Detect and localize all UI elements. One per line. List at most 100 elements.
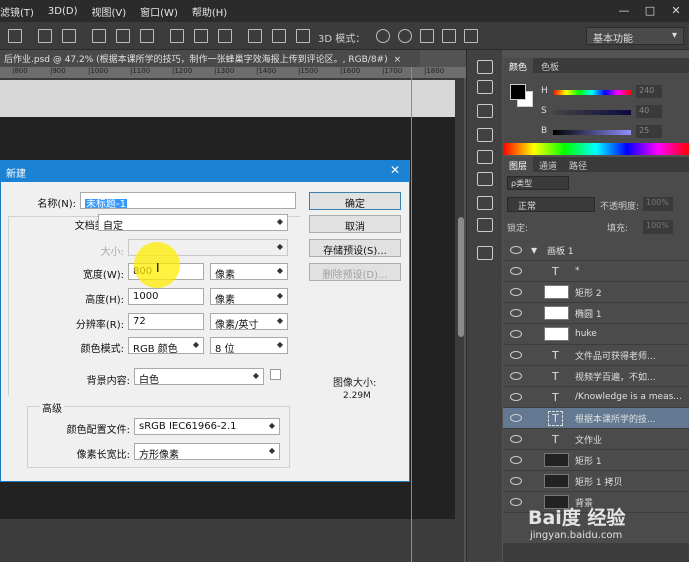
distribute-middle-icon[interactable] [194, 29, 208, 43]
color-mode-select[interactable]: RGB 颜色 ◆ [128, 337, 204, 355]
brightness-slider[interactable] [553, 130, 631, 135]
eye-icon[interactable] [510, 435, 522, 443]
eye-icon[interactable] [510, 393, 522, 401]
vertical-scrollbar[interactable] [458, 217, 464, 337]
align-right-icon[interactable] [62, 29, 76, 43]
bg-color-swatch[interactable] [270, 369, 281, 380]
align-middle-icon[interactable] [116, 29, 130, 43]
ok-button[interactable]: 确定 [309, 192, 401, 210]
layer-row[interactable]: T 视频学百遍，不如... [503, 366, 689, 387]
auto-align-icon[interactable] [296, 29, 310, 43]
menu-3d[interactable]: 3D(D) [48, 6, 78, 17]
layer-row[interactable]: T 文作业 [503, 429, 689, 450]
saturation-value[interactable]: 40 [636, 105, 662, 118]
3d-roll-icon[interactable] [398, 29, 412, 43]
hue-slider[interactable] [553, 90, 631, 95]
guide-line[interactable] [411, 67, 412, 562]
libraries-icon[interactable] [477, 246, 493, 260]
hue-value[interactable]: 240 [636, 85, 662, 98]
color-spectrum[interactable] [503, 143, 689, 155]
tab-swatches[interactable]: 色板 [535, 58, 565, 73]
eye-icon[interactable] [510, 309, 522, 317]
properties-icon[interactable] [477, 80, 493, 94]
eye-icon[interactable] [510, 372, 522, 380]
eye-icon[interactable] [510, 456, 522, 464]
menu-window[interactable]: 窗口(W) [140, 4, 178, 19]
name-input[interactable]: 未标题-1 [80, 192, 296, 209]
doc-type-select[interactable]: 自定 ◆ [98, 214, 288, 232]
layer-row-artboard[interactable]: ▼ 画板 1 [503, 240, 689, 261]
tab-paths[interactable]: 路径 [563, 157, 593, 172]
layer-row[interactable]: 椭圆 1 [503, 303, 689, 324]
layer-filter-select[interactable]: ρ类型 [507, 176, 569, 190]
swatches-icon[interactable] [477, 128, 493, 142]
distribute-top-icon[interactable] [170, 29, 184, 43]
layer-row[interactable]: T /Knowledge is a meas... [503, 387, 689, 408]
bit-depth-select[interactable]: 8 位 ◆ [210, 337, 288, 355]
eye-icon[interactable] [510, 330, 522, 338]
eye-icon[interactable] [510, 288, 522, 296]
brush-icon[interactable] [477, 104, 493, 118]
tab-channels[interactable]: 通道 [533, 157, 563, 172]
workspace-select[interactable]: 基本功能 ▾ [586, 27, 684, 45]
align-center-icon[interactable] [38, 29, 52, 43]
resolution-input[interactable]: 72 [128, 313, 204, 330]
resolution-unit-select[interactable]: 像素/英寸 ◆ [210, 313, 288, 331]
layer-row[interactable]: huke [503, 324, 689, 345]
history-icon[interactable] [477, 60, 493, 74]
tab-color[interactable]: 颜色 [503, 58, 534, 73]
3d-scale-icon[interactable] [464, 29, 478, 43]
opacity-input[interactable]: 100% [643, 197, 673, 211]
brightness-value[interactable]: 25 [636, 125, 662, 138]
3d-pan-icon[interactable] [420, 29, 434, 43]
color-profile-select[interactable]: sRGB IEC61966-2.1 ◆ [134, 418, 280, 435]
height-input[interactable]: 1000 [128, 288, 204, 305]
dialog-close-icon[interactable]: ✕ [390, 163, 400, 177]
tab-layers[interactable]: 图层 [503, 157, 534, 172]
fill-input[interactable]: 100% [643, 220, 673, 234]
bg-content-select[interactable]: 白色 ◆ [134, 368, 264, 386]
eye-icon[interactable] [510, 414, 522, 422]
eye-icon[interactable] [510, 477, 522, 485]
foreground-color-swatch[interactable] [510, 84, 526, 100]
eye-icon[interactable] [510, 498, 522, 506]
eye-icon[interactable] [510, 351, 522, 359]
minimize-button[interactable]: — [611, 0, 637, 20]
save-preset-button[interactable]: 存储预设(S)... [309, 239, 401, 257]
distribute-bottom-icon[interactable] [218, 29, 232, 43]
layer-row[interactable]: 矩形 1 [503, 450, 689, 471]
menu-help[interactable]: 帮助(H) [192, 4, 227, 19]
adjustments-icon[interactable] [477, 150, 493, 164]
3d-slide-icon[interactable] [442, 29, 456, 43]
width-unit-select[interactable]: 像素 ◆ [210, 263, 288, 281]
styles-icon[interactable] [477, 172, 493, 186]
height-unit-select[interactable]: 像素 ◆ [210, 288, 288, 306]
layer-row[interactable]: T * [503, 261, 689, 282]
align-left-icon[interactable] [8, 29, 22, 43]
layer-row[interactable]: 矩形 2 [503, 282, 689, 303]
eye-icon[interactable] [510, 246, 522, 254]
eye-icon[interactable] [510, 267, 522, 275]
menu-view[interactable]: 视图(V) [92, 4, 127, 19]
character-icon[interactable] [477, 196, 493, 210]
layer-row-selected[interactable]: T 根据本课所学的技... [503, 408, 689, 429]
blend-mode-select[interactable]: 正常 [507, 197, 595, 212]
layer-row[interactable]: T 文件品可获得老师... [503, 345, 689, 366]
dialog-title: 新建 [0, 160, 410, 182]
close-tab-icon[interactable]: × [394, 55, 402, 65]
distribute-right-icon[interactable] [272, 29, 286, 43]
paragraph-icon[interactable] [477, 218, 493, 232]
distribute-left-icon[interactable] [248, 29, 262, 43]
document-tab[interactable]: 后作业.psd @ 47.2% (根据本课所学的技巧，制作一张蜂巢字效海报上传到… [0, 50, 420, 67]
pixel-aspect-select[interactable]: 方形像素 ◆ [134, 443, 280, 461]
layer-row[interactable]: 矩形 1 拷贝 [503, 471, 689, 492]
saturation-slider[interactable] [553, 110, 631, 115]
disclosure-triangle-icon[interactable]: ▼ [531, 246, 537, 255]
maximize-button[interactable]: □ [637, 0, 663, 20]
cancel-button[interactable]: 取消 [309, 215, 401, 233]
align-top-icon[interactable] [92, 29, 106, 43]
close-window-button[interactable]: ✕ [663, 0, 689, 20]
align-bottom-icon[interactable] [140, 29, 154, 43]
menu-filter[interactable]: 滤镜(T) [0, 4, 34, 19]
3d-rotate-icon[interactable] [376, 29, 390, 43]
